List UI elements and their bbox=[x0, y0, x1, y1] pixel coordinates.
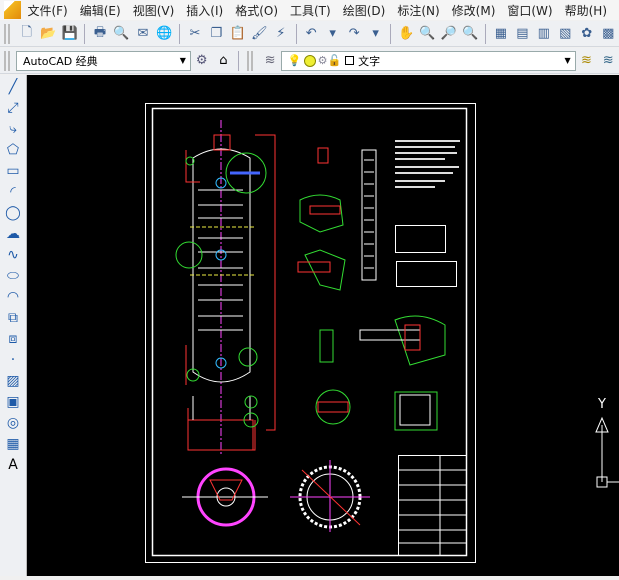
cad-drawing: Y bbox=[145, 103, 619, 563]
plan-view-left bbox=[182, 467, 268, 527]
revision-cloud-icon[interactable]: ☁ bbox=[4, 224, 22, 243]
dropdown-icon[interactable]: ▾ bbox=[367, 25, 384, 43]
parts-table bbox=[396, 261, 457, 287]
ucs-icon bbox=[595, 416, 619, 488]
workspace-dropdown[interactable]: AutoCAD 经典 ▼ bbox=[15, 50, 191, 71]
sun-icon bbox=[303, 54, 316, 67]
table-icon[interactable]: ▦ bbox=[4, 434, 22, 453]
publish-icon[interactable]: ✉ bbox=[134, 25, 151, 43]
toolbar-grip[interactable] bbox=[247, 50, 254, 71]
menu-4[interactable]: 格式(O) bbox=[235, 2, 278, 19]
zoom-realtime-icon[interactable]: 🔍 bbox=[419, 25, 436, 43]
gradient-icon[interactable]: ▣ bbox=[4, 392, 22, 411]
layer-previous-icon[interactable]: ≋ bbox=[599, 52, 617, 70]
region-icon[interactable]: ◎ bbox=[4, 413, 22, 432]
point-icon[interactable]: · bbox=[4, 350, 22, 369]
menu-5[interactable]: 工具(T) bbox=[290, 2, 331, 19]
cut-icon[interactable]: ✂ bbox=[186, 25, 203, 43]
open-icon[interactable]: 📂 bbox=[39, 25, 56, 43]
menu-2[interactable]: 视图(V) bbox=[133, 2, 175, 19]
unlock-icon: 🔓 bbox=[327, 54, 342, 67]
toolbar-grip[interactable] bbox=[4, 23, 10, 44]
polyline-icon[interactable]: ⤷ bbox=[4, 119, 22, 138]
sheet-set-icon[interactable]: ▧ bbox=[557, 25, 574, 43]
block-editor-icon[interactable]: ⚡ bbox=[272, 25, 289, 43]
chevron-down-icon: ▼ bbox=[564, 56, 571, 65]
layer-color-swatch bbox=[345, 56, 355, 65]
divider bbox=[390, 23, 392, 44]
menu-bar: 文件(F) 编辑(E) 视图(V) 插入(I) 格式(O) 工具(T) 绘图(D) 标注(N)… bbox=[0, 0, 619, 20]
freeze-viewport-icon: ⚙ bbox=[317, 54, 328, 67]
divider bbox=[84, 23, 86, 44]
circle-icon[interactable]: ◯ bbox=[4, 203, 22, 222]
layer-properties-icon[interactable]: ≋ bbox=[261, 52, 279, 70]
print-icon[interactable]: 🖶 bbox=[91, 25, 108, 43]
title-block-rows bbox=[399, 455, 466, 556]
hatch-icon[interactable]: ▨ bbox=[4, 371, 22, 390]
column-elevation bbox=[175, 120, 276, 455]
chevron-down-icon: ▼ bbox=[179, 56, 186, 65]
arc-icon[interactable]: ◜ bbox=[4, 182, 22, 201]
standard-toolbar: 🗋 📂 💾 🖶 🔍 ✉ 🌐 ✂ ❐ 📋 🖌 ⚡ ↶ ▾ ↷ ▾ ✋ 🔍 🔎 🔍 ▦ ▤ ▥ ▧ ✿ ▩ bbox=[0, 21, 619, 47]
spline-icon[interactable]: ∿ bbox=[4, 245, 22, 264]
dropdown-icon[interactable]: ▾ bbox=[324, 25, 341, 43]
ellipse-arc-icon[interactable]: ◠ bbox=[4, 287, 22, 306]
toolbar-grip[interactable] bbox=[4, 50, 10, 71]
calculator-icon[interactable]: ▩ bbox=[600, 25, 617, 43]
make-current-layer-icon[interactable]: ≋ bbox=[578, 52, 596, 70]
rectangle-icon[interactable]: ▭ bbox=[4, 161, 22, 180]
menu-6[interactable]: 绘图(D) bbox=[343, 2, 386, 19]
tower-schematic bbox=[361, 149, 377, 281]
menu-10[interactable]: 帮助(H) bbox=[565, 2, 607, 19]
save-icon[interactable]: 💾 bbox=[61, 25, 78, 43]
insert-block-icon[interactable]: ⧉ bbox=[4, 308, 22, 327]
menu-7[interactable]: 标注(N) bbox=[397, 2, 439, 19]
print-preview-icon[interactable]: 🔍 bbox=[113, 25, 130, 43]
line-icon[interactable]: ╱ bbox=[4, 77, 22, 96]
ucs-y-label: Y bbox=[597, 397, 606, 412]
markup-icon[interactable]: ✿ bbox=[578, 25, 595, 43]
lightbulb-icon: 💡 bbox=[287, 54, 302, 67]
divider bbox=[179, 23, 181, 44]
make-block-icon[interactable]: ⧈ bbox=[4, 329, 22, 348]
menu-0[interactable]: 文件(F) bbox=[27, 2, 67, 19]
workspace-layers-toolbar: AutoCAD 经典 ▼ ⚙ ⌂ ≋ 💡 ⚙ 🔓 文字 ▼ ≋ ≋ bbox=[0, 48, 619, 74]
construction-line-icon[interactable]: ⤢ bbox=[4, 98, 22, 117]
workspace-settings-icon[interactable]: ⚙ bbox=[193, 52, 211, 70]
divider bbox=[485, 23, 487, 44]
properties-icon[interactable]: ▦ bbox=[492, 25, 509, 43]
menu-1[interactable]: 编辑(E) bbox=[80, 2, 121, 19]
design-center-icon[interactable]: ▤ bbox=[514, 25, 531, 43]
nozzle-table bbox=[395, 225, 446, 253]
ellipse-icon[interactable]: ⬭ bbox=[4, 266, 22, 285]
menu-3[interactable]: 插入(I) bbox=[186, 2, 223, 19]
pan-icon[interactable]: ✋ bbox=[397, 25, 414, 43]
zoom-previous-icon[interactable]: 🔍 bbox=[462, 25, 479, 43]
undo-icon[interactable]: ↶ bbox=[302, 25, 319, 43]
tower-trays bbox=[364, 159, 374, 269]
draw-toolbar: ╱ ⤢ ⤷ ⬠ ▭ ◜ ◯ ☁ ∿ ⬭ ◠ ⧉ ⧈ · ▨ ▣ ◎ ▦ A bbox=[0, 75, 27, 576]
my-workspace-icon[interactable]: ⌂ bbox=[215, 52, 233, 70]
tool-palettes-icon[interactable]: ▥ bbox=[535, 25, 552, 43]
copy-icon[interactable]: ❐ bbox=[208, 25, 225, 43]
detail-views bbox=[297, 147, 446, 431]
drawing-canvas[interactable]: Y bbox=[27, 75, 619, 576]
divider bbox=[295, 23, 297, 44]
multiline-text-icon[interactable]: A bbox=[4, 455, 22, 474]
polygon-icon[interactable]: ⬠ bbox=[4, 140, 22, 159]
plan-view-right bbox=[290, 460, 370, 532]
paste-icon[interactable]: 📋 bbox=[229, 25, 246, 43]
divider bbox=[238, 50, 240, 71]
menu-9[interactable]: 窗口(W) bbox=[507, 2, 552, 19]
new-icon[interactable]: 🗋 bbox=[18, 25, 35, 43]
zoom-window-icon[interactable]: 🔎 bbox=[440, 25, 457, 43]
layer-dropdown[interactable]: 💡 ⚙ 🔓 文字 ▼ bbox=[280, 50, 576, 71]
technical-notes bbox=[395, 140, 460, 188]
menu-8[interactable]: 修改(M) bbox=[452, 2, 496, 19]
match-properties-icon[interactable]: 🖌 bbox=[251, 25, 268, 43]
app-logo-icon[interactable] bbox=[4, 1, 22, 19]
web-icon[interactable]: 🌐 bbox=[156, 25, 173, 43]
redo-icon[interactable]: ↷ bbox=[345, 25, 362, 43]
